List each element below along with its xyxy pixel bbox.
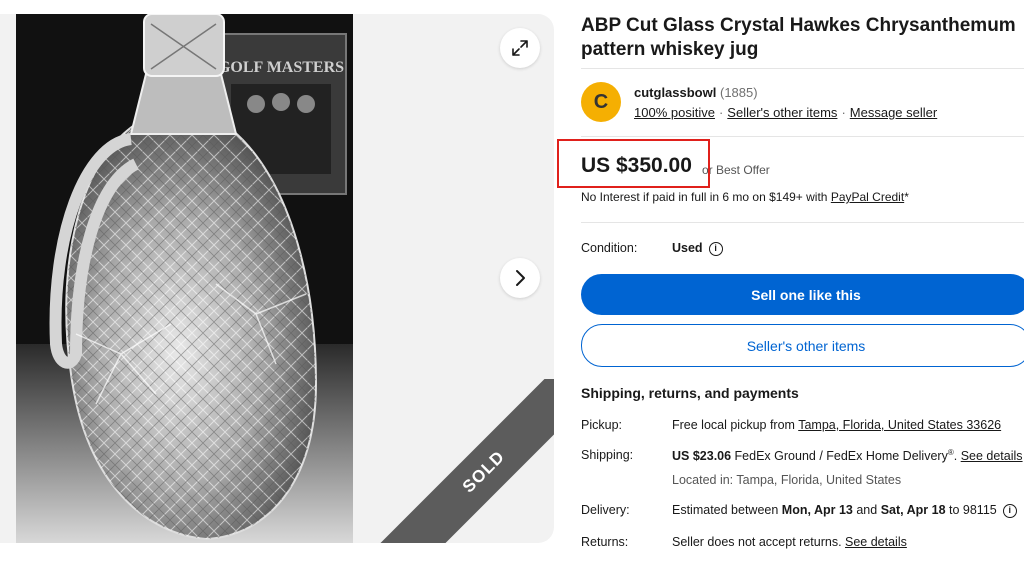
info-icon[interactable]: i bbox=[708, 241, 723, 256]
delivery-value: Estimated between Mon, Apr 13 and Sat, A… bbox=[672, 503, 1017, 518]
pickup-location-link[interactable]: Tampa, Florida, United States 33626 bbox=[798, 418, 1001, 432]
seller-avatar[interactable]: C bbox=[581, 82, 621, 122]
info-icon[interactable]: i bbox=[1002, 503, 1017, 518]
sell-one-like-this-button[interactable]: Sell one like this bbox=[581, 274, 1024, 315]
message-seller-link[interactable]: Message seller bbox=[850, 105, 937, 120]
divider bbox=[581, 136, 1024, 137]
shipping-value: US $23.06 FedEx Ground / FedEx Home Deli… bbox=[672, 448, 1023, 464]
returns-see-details-link[interactable]: See details bbox=[845, 535, 907, 549]
divider bbox=[581, 222, 1024, 223]
seller-links: 100% positive · Seller's other items · Messa… bbox=[634, 105, 938, 120]
sellers-other-items-button[interactable]: Seller's other items bbox=[581, 324, 1024, 367]
chevron-right-icon bbox=[516, 270, 525, 286]
shipping-see-details-link[interactable]: See details bbox=[961, 449, 1023, 463]
returns-label: Returns: bbox=[581, 535, 629, 549]
seller-positive-link[interactable]: 100% positive bbox=[634, 105, 715, 120]
listing-title: ABP Cut Glass Crystal Hawkes Chrysanthem… bbox=[581, 15, 1016, 60]
pickup-label: Pickup: bbox=[581, 418, 622, 432]
condition-value: Used i bbox=[672, 241, 723, 256]
expand-button[interactable] bbox=[500, 28, 540, 68]
expand-icon bbox=[512, 40, 528, 56]
financing-text: No Interest if paid in full in 6 mo on $… bbox=[581, 190, 909, 204]
next-image-button[interactable] bbox=[500, 258, 540, 298]
seller-other-items-link[interactable]: Seller's other items bbox=[727, 105, 837, 120]
pickup-value: Free local pickup from Tampa, Florida, U… bbox=[672, 418, 1002, 432]
seller-info: cutglassbowl (1885) bbox=[634, 85, 758, 100]
sold-ribbon: SOLD bbox=[374, 379, 554, 543]
condition-label: Condition: bbox=[581, 241, 638, 255]
paypal-credit-link[interactable]: PayPal Credit bbox=[831, 190, 904, 204]
seller-feedback-count: (1885) bbox=[719, 85, 758, 100]
poster-text: GOLF MASTERS bbox=[218, 59, 344, 76]
product-photo[interactable]: GOLF MASTERS bbox=[16, 14, 353, 543]
located-in: Located in: Tampa, Florida, United State… bbox=[672, 473, 902, 487]
listing-info: ABP Cut Glass Crystal Hawkes Chrysanthem… bbox=[557, 0, 1024, 566]
shipping-label: Shipping: bbox=[581, 448, 634, 462]
seller-name[interactable]: cutglassbowl bbox=[634, 85, 716, 100]
delivery-label: Delivery: bbox=[581, 503, 630, 517]
returns-value: Seller does not accept returns. See deta… bbox=[672, 535, 907, 549]
divider bbox=[581, 68, 1024, 69]
sold-label: SOLD bbox=[374, 379, 554, 543]
image-gallery: GOLF MASTERS SOLD bbox=[0, 14, 554, 543]
best-offer-label: or Best Offer bbox=[702, 163, 770, 177]
price-highlight-box bbox=[557, 139, 710, 188]
shipping-section-title: Shipping, returns, and payments bbox=[581, 385, 799, 401]
